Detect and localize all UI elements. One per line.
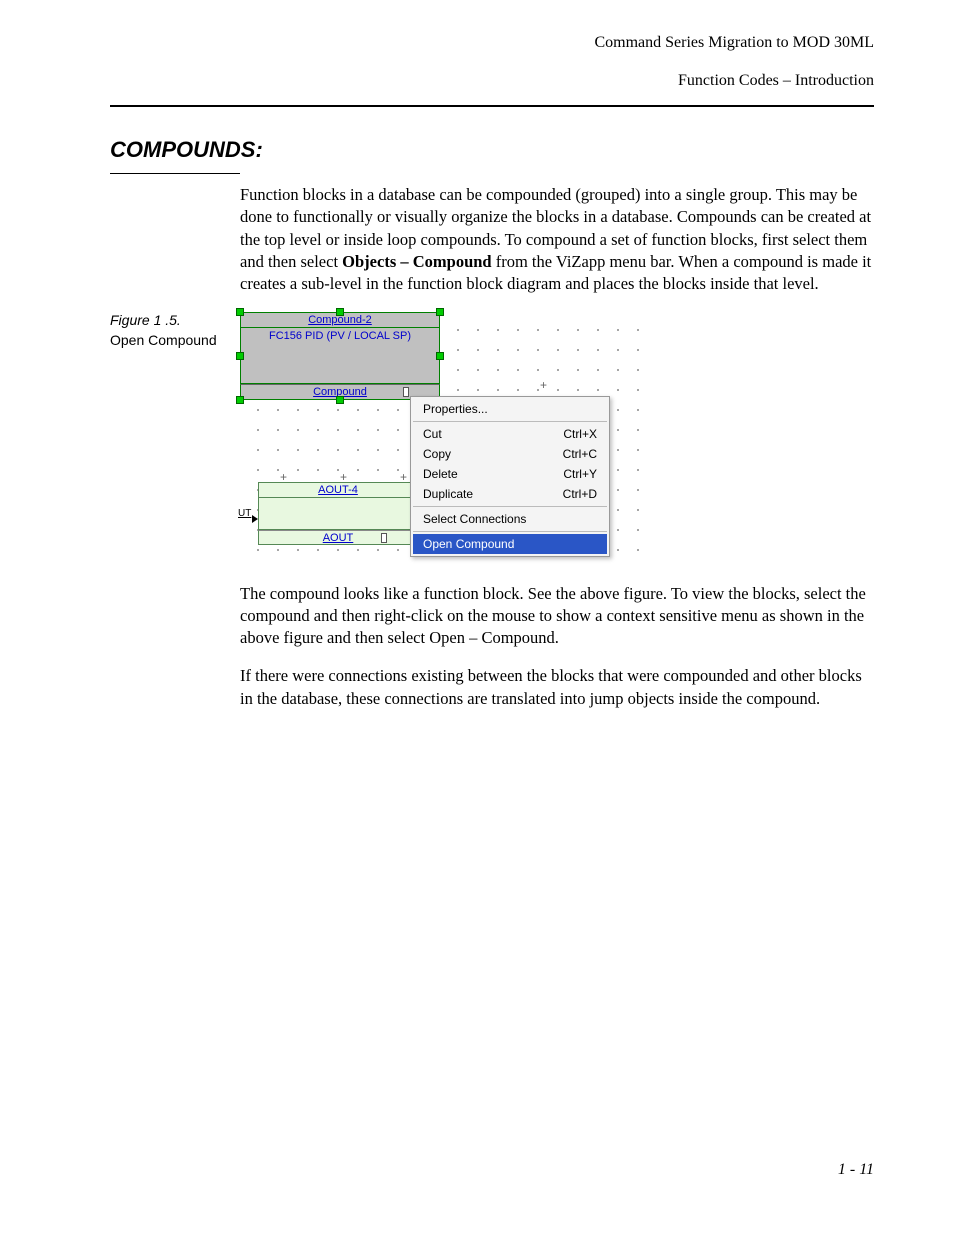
aout-block-footer: AOUT [258, 530, 418, 545]
menu-item-delete[interactable]: Delete Ctrl+Y [413, 464, 607, 484]
intro-paragraph: Function blocks in a database can be com… [240, 184, 874, 295]
menu-label: Properties... [423, 402, 488, 416]
context-menu: Properties... Cut Ctrl+X Copy Ctrl+C Del… [410, 396, 610, 557]
menu-shortcut: Ctrl+D [563, 487, 597, 501]
figure-number: Figure 1 .5. [110, 312, 222, 328]
plus-icon: + [340, 470, 347, 484]
resize-handle-icon[interactable] [381, 533, 387, 543]
paragraph-3: If there were connections existing betwe… [240, 665, 874, 710]
paragraph-2: The compound looks like a function block… [240, 583, 874, 650]
menu-shortcut: Ctrl+C [563, 447, 597, 461]
page-number: 1 - 11 [838, 1161, 874, 1179]
compound-block-body: FC156 PID (PV / LOCAL SP) [240, 328, 440, 384]
aout-block-title: AOUT-4 [258, 482, 418, 498]
menu-separator [413, 506, 607, 507]
plus-icon: + [280, 470, 287, 484]
figure-screenshot: + Compound-2 FC156 PID (PV / LOCAL SP) C… [240, 312, 640, 567]
resize-handle-icon[interactable] [403, 387, 409, 397]
aout-block[interactable]: AOUT-4 AOUT [258, 482, 418, 545]
section-rule [110, 173, 240, 174]
menu-separator [413, 531, 607, 532]
plus-icon: + [400, 470, 407, 484]
arrow-right-icon [252, 515, 258, 523]
selection-handle-icon[interactable] [336, 308, 344, 316]
menu-shortcut: Ctrl+X [563, 427, 597, 441]
ut-port-label: UT [238, 508, 251, 519]
compound-block[interactable]: Compound-2 FC156 PID (PV / LOCAL SP) Com… [240, 312, 440, 400]
menu-item-copy[interactable]: Copy Ctrl+C [413, 444, 607, 464]
header-doc-title: Command Series Migration to MOD 30ML [110, 30, 874, 56]
menu-separator [413, 421, 607, 422]
menu-item-cut[interactable]: Cut Ctrl+X [413, 424, 607, 444]
menu-item-duplicate[interactable]: Duplicate Ctrl+D [413, 484, 607, 504]
menu-item-open-compound[interactable]: Open Compound [413, 534, 607, 554]
selection-handle-icon[interactable] [236, 396, 244, 404]
header-chapter: Function Codes – Introduction [110, 68, 874, 94]
selection-handle-icon[interactable] [336, 396, 344, 404]
header-divider [110, 105, 874, 107]
menu-item-select-connections[interactable]: Select Connections [413, 509, 607, 529]
figure-caption: Open Compound [110, 332, 222, 348]
menu-label: Duplicate [423, 487, 473, 501]
menu-shortcut: Ctrl+Y [563, 467, 597, 481]
menu-label: Open Compound [423, 537, 514, 551]
selection-handle-icon[interactable] [436, 352, 444, 360]
menu-item-properties[interactable]: Properties... [413, 399, 607, 419]
menu-label: Copy [423, 447, 451, 461]
selection-handle-icon[interactable] [236, 352, 244, 360]
compound-block-subtitle: FC156 PID (PV / LOCAL SP) [269, 330, 411, 342]
aout-block-body [258, 498, 418, 530]
plus-icon: + [540, 378, 547, 392]
p1-bold: Objects – Compound [342, 252, 491, 271]
menu-label: Cut [423, 427, 442, 441]
menu-label: Select Connections [423, 512, 526, 526]
selection-handle-icon[interactable] [436, 308, 444, 316]
menu-label: Delete [423, 467, 458, 481]
section-heading: COMPOUNDS: [110, 137, 874, 163]
selection-handle-icon[interactable] [236, 308, 244, 316]
